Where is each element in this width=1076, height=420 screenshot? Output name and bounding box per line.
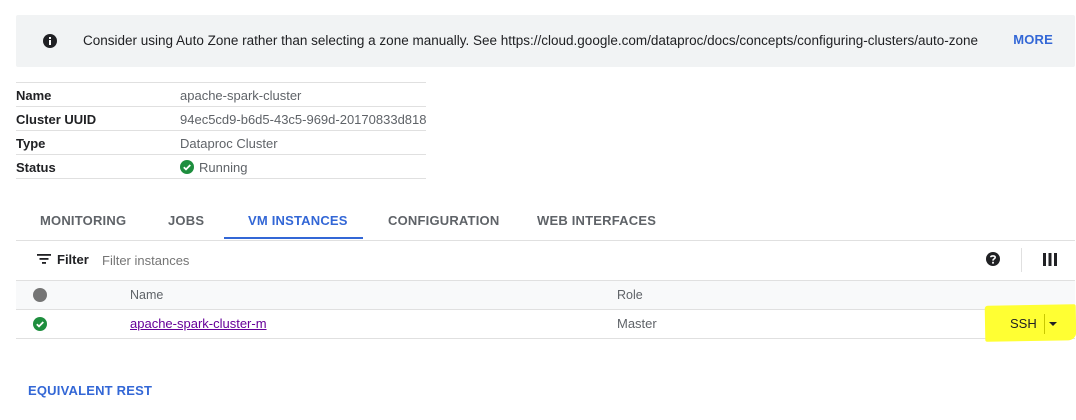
tab-web-interfaces[interactable]: WEB INTERFACES [537, 213, 656, 228]
column-header-role[interactable]: Role [617, 288, 643, 302]
detail-value-status: Running [180, 160, 247, 175]
ssh-button-divider [1044, 314, 1045, 334]
table-header: Name Role [16, 281, 1075, 310]
detail-key: Type [16, 136, 46, 151]
dropdown-caret-icon[interactable] [1049, 322, 1057, 326]
active-tab-indicator [224, 237, 363, 239]
status-column-icon [33, 288, 47, 302]
tab-vm-instances[interactable]: VM INSTANCES [248, 213, 348, 228]
detail-key: Name [16, 88, 52, 103]
check-circle-icon [33, 317, 47, 331]
detail-row-type: Type Dataproc Cluster [16, 131, 426, 155]
detail-value: apache-spark-cluster [180, 88, 302, 103]
info-banner: Consider using Auto Zone rather than sel… [16, 15, 1075, 67]
columns-icon[interactable] [1043, 253, 1057, 266]
tab-configuration[interactable]: CONFIGURATION [388, 213, 499, 228]
instance-role: Master [617, 316, 657, 331]
more-button[interactable]: MORE [1013, 32, 1053, 47]
ssh-split-button[interactable]: SSH [996, 314, 1068, 334]
tab-jobs[interactable]: JOBS [168, 213, 204, 228]
filter-input[interactable] [100, 249, 404, 271]
instance-name-link[interactable]: apache-spark-cluster-m [130, 316, 267, 331]
tab-monitoring[interactable]: MONITORING [40, 213, 126, 228]
detail-row-name: Name apache-spark-cluster [16, 83, 426, 107]
help-icon[interactable] [985, 251, 1001, 267]
filter-label: Filter [57, 252, 89, 267]
equivalent-rest-link[interactable]: EQUIVALENT REST [28, 383, 152, 398]
toolbar-divider [1021, 248, 1022, 272]
status-text: Running [199, 160, 248, 175]
ssh-button[interactable]: SSH [1010, 316, 1037, 331]
column-header-name[interactable]: Name [130, 288, 163, 302]
detail-key: Cluster UUID [16, 112, 97, 127]
info-icon [43, 34, 57, 48]
table-toolbar: Filter [16, 240, 1075, 281]
detail-row-status: Status Running [16, 155, 426, 179]
check-circle-icon [180, 160, 194, 174]
detail-value: Dataproc Cluster [180, 136, 278, 151]
detail-row-uuid: Cluster UUID 94ec5cd9-b6d5-43c5-969d-201… [16, 107, 427, 131]
banner-message: Consider using Auto Zone rather than sel… [83, 33, 979, 48]
tab-bar: MONITORING JOBS VM INSTANCES CONFIGURATI… [16, 200, 1075, 241]
detail-key: Status [16, 160, 56, 175]
cluster-details: Name apache-spark-cluster Cluster UUID 9… [16, 82, 427, 179]
detail-value: 94ec5cd9-b6d5-43c5-969d-20170833d818 [180, 112, 427, 127]
filter-icon [37, 254, 51, 264]
table-row: apache-spark-cluster-m Master [16, 310, 1075, 339]
